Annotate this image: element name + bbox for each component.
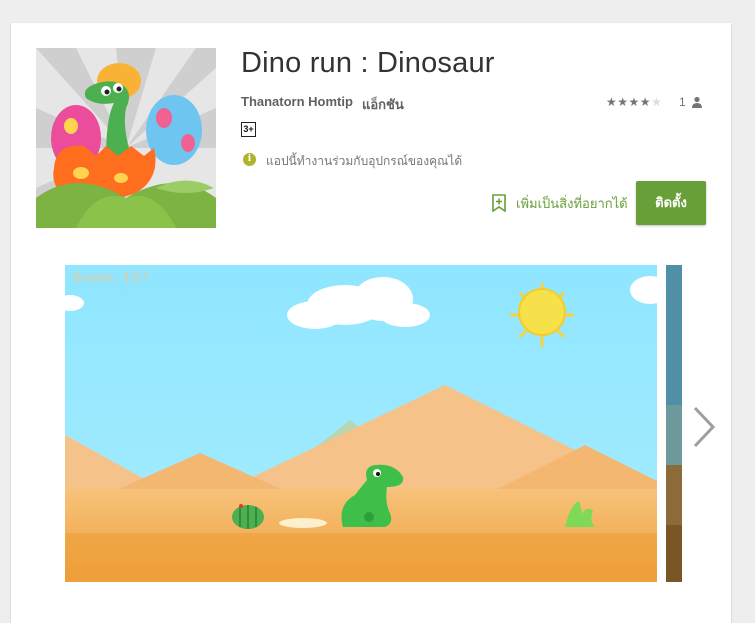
star-icon: ★ (628, 95, 640, 109)
app-icon (36, 48, 216, 228)
screenshot-1[interactable]: Score: 157 (65, 265, 657, 582)
info-icon: i (243, 153, 256, 166)
add-to-wishlist-button[interactable]: เพิ่มเป็นสิ่งที่อยากได้ (492, 193, 628, 213)
star-icon: ★ (639, 95, 652, 109)
score-text: Score: 157 (72, 270, 149, 286)
star-icon: ★ (617, 95, 629, 109)
developer-link[interactable]: Thanatorn Homtip (241, 94, 353, 109)
star-icon: ★ (606, 95, 618, 109)
wishlist-label: เพิ่มเป็นสิ่งที่อยากได้ (516, 195, 628, 211)
screenshot-2[interactable] (666, 265, 682, 582)
app-title: Dino run : Dinosaur (241, 47, 495, 79)
compatibility-text: แอปนี้ทำงานร่วมกับอุปกรณ์ของคุณได้ (266, 154, 463, 168)
chevron-right-icon[interactable] (687, 402, 721, 452)
content-rating-badge: 3+ (241, 122, 256, 137)
rating-count: 1 (679, 95, 686, 109)
person-icon (692, 96, 702, 108)
install-button[interactable]: ติดตั้ง (636, 181, 706, 225)
genre-link[interactable]: แอ็กชัน (362, 94, 404, 115)
bookmark-plus-icon (492, 194, 506, 212)
star-empty-icon: ★ (651, 95, 663, 109)
star-rating: ★★★★★ (606, 95, 662, 109)
